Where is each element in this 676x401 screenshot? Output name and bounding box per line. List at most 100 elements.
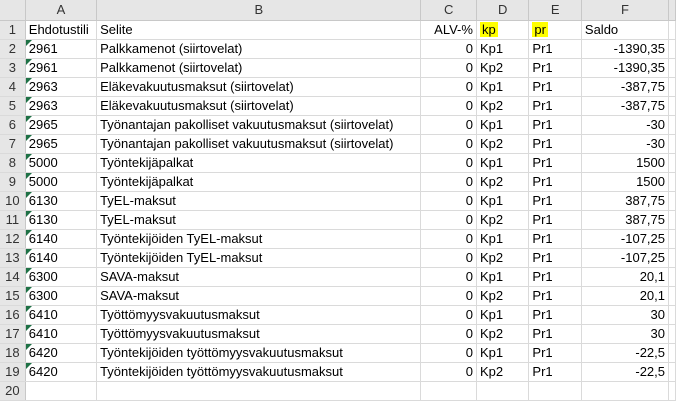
cell-pr[interactable]: Pr1 [529,154,582,172]
cell-ehdotustili[interactable]: 2963 [25,78,98,96]
row-number[interactable]: 4 [0,78,26,96]
cell-alv[interactable]: 0 [421,135,477,153]
row-number[interactable]: 3 [0,59,26,77]
cell-pr[interactable]: Pr1 [529,363,582,381]
cell-alv[interactable]: 0 [421,192,477,210]
cell-selite-header[interactable]: Selite [97,21,422,39]
cell-selite[interactable]: Palkkamenot (siirtovelat) [97,59,422,77]
cell-selite[interactable]: Työttömyysvakuutusmaksut [97,325,422,343]
cell-kp-header[interactable]: kp [477,21,530,39]
cell-alv[interactable]: 0 [421,173,477,191]
row-number[interactable]: 10 [0,192,26,210]
cell-ehdotustili[interactable]: 5000 [25,154,98,172]
row-number[interactable]: 5 [0,97,26,115]
cell-pr[interactable]: Pr1 [529,230,582,248]
cell-ehdotustili[interactable]: 5000 [25,173,98,191]
cell-saldo[interactable]: -22,5 [582,363,669,381]
cell-pr[interactable]: Pr1 [529,173,582,191]
cell-ehdotustili[interactable]: 6300 [25,287,98,305]
row-number[interactable]: 20 [0,382,26,400]
cell-ehdotustili[interactable]: 2961 [25,59,98,77]
cell-ehdotustili[interactable]: 6410 [25,306,98,324]
cell-selite[interactable]: Työnantajan pakolliset vakuutusmaksut (s… [97,135,422,153]
cell-pr[interactable]: Pr1 [529,287,582,305]
cell-kp[interactable]: Kp2 [477,173,530,191]
cell-ehdotustili-header[interactable]: Ehdotustili [26,21,98,39]
cell-pr[interactable]: Pr1 [529,135,582,153]
cell-alv[interactable]: 0 [421,306,477,324]
cell-ehdotustili[interactable]: 6140 [25,249,98,267]
column-header-f[interactable]: F [582,0,669,20]
cell-ehdotustili[interactable]: 6140 [25,230,98,248]
cell-selite[interactable]: Työntekijöiden työttömyysvakuutusmaksut [97,363,422,381]
cell-saldo[interactable]: -107,25 [582,249,669,267]
column-header-c[interactable]: C [421,0,477,20]
cell-ehdotustili[interactable]: 2965 [25,116,98,134]
empty-cell[interactable] [529,382,582,400]
cell-ehdotustili[interactable]: 2963 [25,97,98,115]
cell-kp[interactable]: Kp2 [477,325,530,343]
cell-kp[interactable]: Kp1 [477,344,530,362]
cell-kp[interactable]: Kp2 [477,59,530,77]
column-header-d[interactable]: D [477,0,530,20]
cell-alv[interactable]: 0 [421,249,477,267]
cell-selite[interactable]: Työnantajan pakolliset vakuutusmaksut (s… [97,116,422,134]
row-number[interactable]: 7 [0,135,26,153]
cell-kp[interactable]: Kp1 [477,154,530,172]
cell-pr[interactable]: Pr1 [529,116,582,134]
cell-ehdotustili[interactable]: 2961 [25,40,98,58]
cell-selite[interactable]: Eläkevakuutusmaksut (siirtovelat) [97,97,422,115]
cell-kp[interactable]: Kp1 [477,78,530,96]
cell-pr[interactable]: Pr1 [529,78,582,96]
cell-kp[interactable]: Kp2 [477,135,530,153]
cell-saldo[interactable]: -30 [582,116,669,134]
cell-alv[interactable]: 0 [421,230,477,248]
cell-saldo[interactable]: 387,75 [582,192,669,210]
column-header-e[interactable]: E [529,0,582,20]
row-number[interactable]: 12 [0,230,26,248]
empty-cell[interactable] [477,382,530,400]
cell-saldo[interactable]: 20,1 [582,287,669,305]
cell-ehdotustili[interactable]: 2965 [25,135,98,153]
cell-pr[interactable]: Pr1 [529,40,582,58]
cell-selite[interactable]: Palkkamenot (siirtovelat) [97,40,422,58]
cell-selite[interactable]: Työttömyysvakuutusmaksut [97,306,422,324]
select-all-corner[interactable] [0,0,26,20]
cell-saldo[interactable]: 20,1 [582,268,669,286]
cell-alv[interactable]: 0 [421,154,477,172]
cell-selite[interactable]: Työntekijöiden työttömyysvakuutusmaksut [97,344,422,362]
cell-saldo[interactable]: 30 [582,306,669,324]
cell-kp[interactable]: Kp2 [477,249,530,267]
cell-saldo[interactable]: 30 [582,325,669,343]
cell-pr[interactable]: Pr1 [529,59,582,77]
cell-alv[interactable]: 0 [421,363,477,381]
cell-pr-header[interactable]: pr [529,21,582,39]
row-number[interactable]: 18 [0,344,26,362]
cell-selite[interactable]: TyEL-maksut [97,211,422,229]
column-header-b[interactable]: B [97,0,422,20]
row-number[interactable]: 17 [0,325,26,343]
row-number[interactable]: 14 [0,268,26,286]
cell-alv[interactable]: 0 [421,344,477,362]
cell-saldo[interactable]: -1390,35 [582,59,669,77]
cell-selite[interactable]: Työntekijäpalkat [97,173,422,191]
cell-saldo-header[interactable]: Saldo [582,21,669,39]
cell-selite[interactable]: Työntekijäpalkat [97,154,422,172]
row-number[interactable]: 8 [0,154,26,172]
cell-selite[interactable]: SAVA-maksut [97,268,422,286]
row-number[interactable]: 19 [0,363,26,381]
cell-kp[interactable]: Kp2 [477,363,530,381]
empty-cell[interactable] [421,382,477,400]
cell-pr[interactable]: Pr1 [529,249,582,267]
cell-pr[interactable]: Pr1 [529,325,582,343]
row-number[interactable]: 1 [0,21,26,39]
cell-selite[interactable]: Työntekijöiden TyEL-maksut [97,230,422,248]
cell-alv[interactable]: 0 [421,268,477,286]
row-number[interactable]: 13 [0,249,26,267]
cell-ehdotustili[interactable]: 6410 [25,325,98,343]
cell-kp[interactable]: Kp2 [477,97,530,115]
cell-kp[interactable]: Kp1 [477,230,530,248]
cell-selite[interactable]: Työntekijöiden TyEL-maksut [97,249,422,267]
cell-ehdotustili[interactable]: 6420 [25,344,98,362]
cell-ehdotustili[interactable]: 6300 [25,268,98,286]
